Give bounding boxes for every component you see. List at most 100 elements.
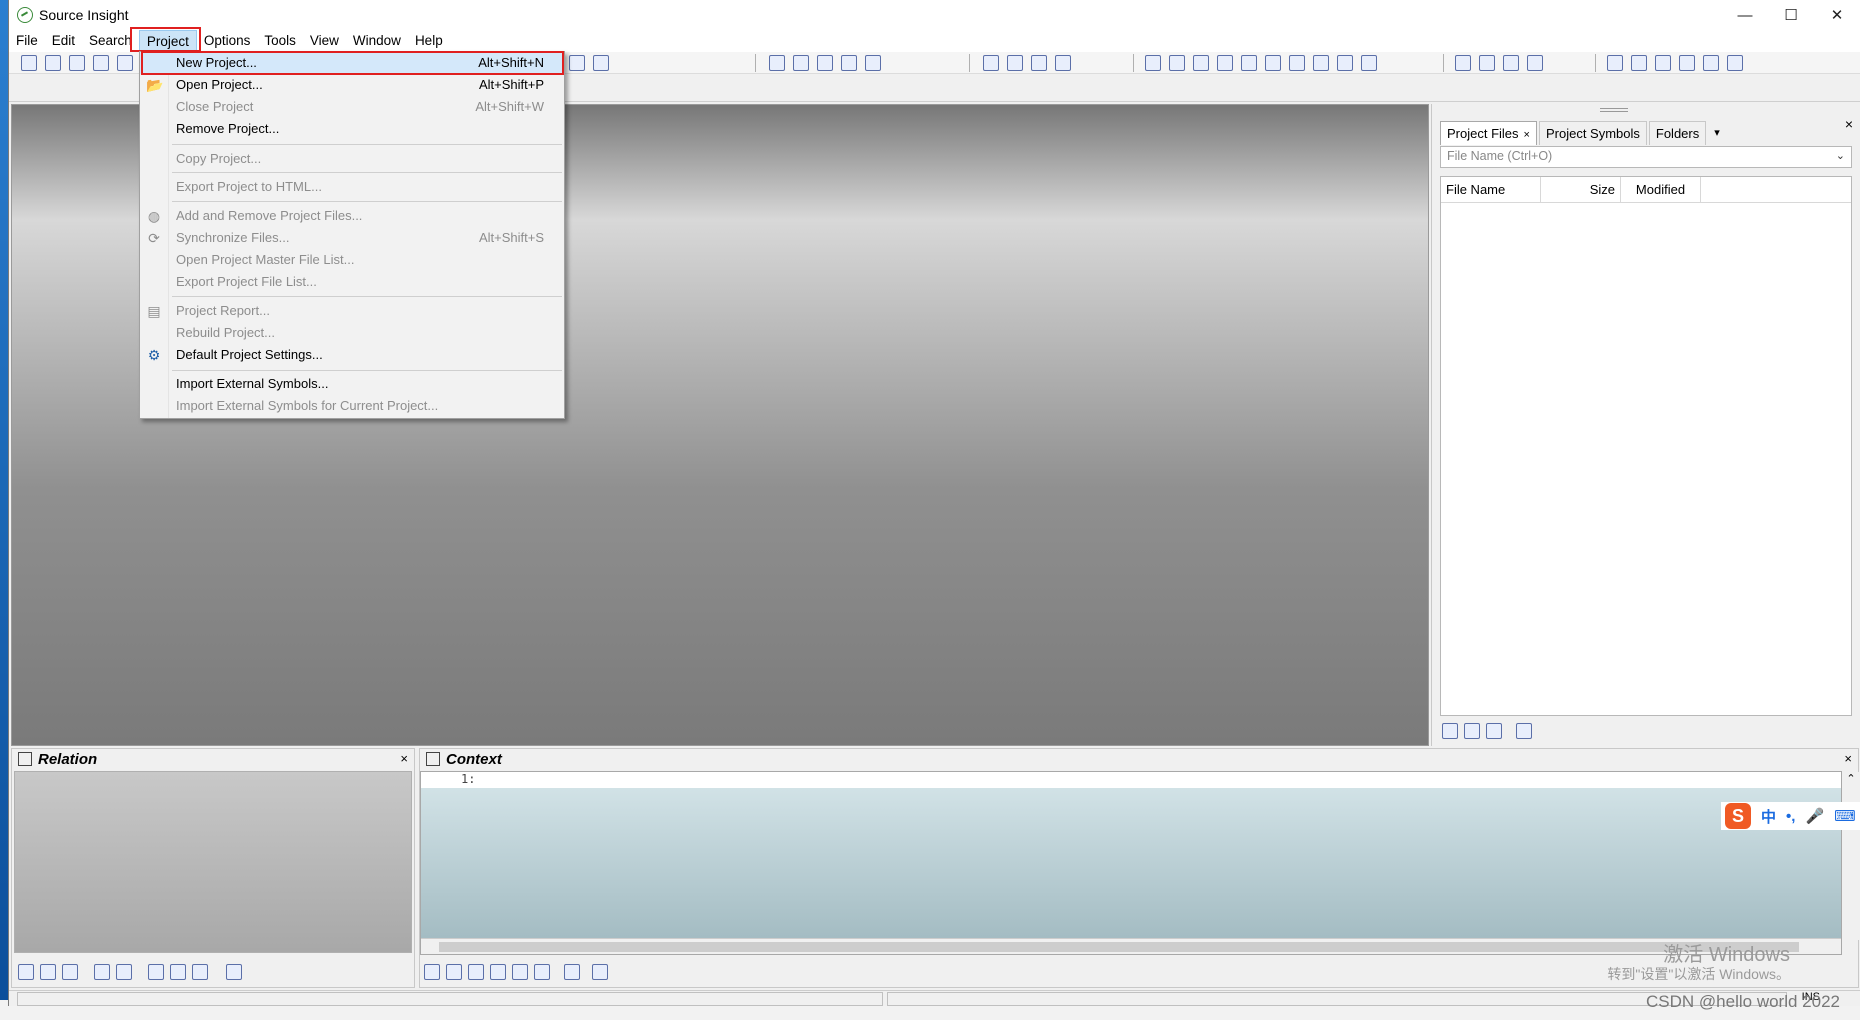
ime-toolbar[interactable]: S 中 •, 🎤 ⌨ <box>1721 802 1860 830</box>
gear-icon[interactable] <box>226 964 242 980</box>
menu-edit[interactable]: Edit <box>45 30 82 52</box>
microphone-icon[interactable]: 🎤 <box>1805 807 1824 825</box>
panel-close-icon[interactable]: × <box>1845 116 1853 132</box>
save-as-icon[interactable] <box>117 55 133 71</box>
symbol-icon[interactable] <box>1217 55 1233 71</box>
layout-icon-3[interactable] <box>1031 55 1047 71</box>
save-icon[interactable] <box>69 55 85 71</box>
add-icon[interactable] <box>1455 55 1471 71</box>
layout-icon-1[interactable] <box>983 55 999 71</box>
scroll-thumb[interactable] <box>439 942 1799 952</box>
relation-window-icon[interactable] <box>1193 55 1209 71</box>
menu-item-default-project-settings[interactable]: ⚙ Default Project Settings... <box>140 344 564 366</box>
panel-grip[interactable] <box>1600 108 1628 112</box>
context-close-icon[interactable]: × <box>1844 751 1852 766</box>
references-icon[interactable] <box>512 964 528 980</box>
bird-icon[interactable] <box>1313 55 1329 71</box>
add-remove-files-icon[interactable] <box>1464 723 1480 739</box>
folder-icon[interactable] <box>1703 55 1719 71</box>
gear-icon[interactable] <box>1516 723 1532 739</box>
new-file-icon[interactable] <box>21 55 37 71</box>
lock-icon[interactable] <box>564 964 580 980</box>
menu-help[interactable]: Help <box>408 30 450 52</box>
report-icon[interactable] <box>1486 723 1502 739</box>
menu-item-import-external-symbols[interactable]: Import External Symbols... <box>140 373 564 395</box>
column-file-name[interactable]: File Name <box>1441 177 1541 203</box>
list-icon[interactable] <box>148 964 164 980</box>
sync-icon[interactable] <box>116 964 132 980</box>
tab-close-icon[interactable]: × <box>1524 129 1530 141</box>
menu-options[interactable]: Options <box>197 30 258 52</box>
references-icon[interactable] <box>865 55 881 71</box>
tab-overflow-icon[interactable]: ▾ <box>1708 121 1726 145</box>
file-list[interactable]: File Name Size Modified <box>1440 176 1852 716</box>
keyboard-icon[interactable]: ⌨ <box>1834 807 1856 825</box>
column-modified[interactable]: Modified <box>1621 177 1701 203</box>
project-window-icon[interactable] <box>1145 55 1161 71</box>
menu-item-shortcut: Alt+Shift+P <box>478 77 544 92</box>
toolbar-icon-a[interactable] <box>569 55 585 71</box>
book-icon[interactable] <box>490 964 506 980</box>
layout-icon-4[interactable] <box>1055 55 1071 71</box>
hierarchy-icon[interactable] <box>192 964 208 980</box>
horizontal-scrollbar[interactable] <box>421 938 1841 954</box>
bookmark-c-icon[interactable] <box>1655 55 1671 71</box>
search-results-icon[interactable] <box>1265 55 1281 71</box>
gear-icon[interactable] <box>592 964 608 980</box>
column-size[interactable]: Size <box>1541 177 1621 203</box>
relation-close-icon[interactable]: × <box>400 751 408 766</box>
symbol-window-icon[interactable] <box>769 55 785 71</box>
chevron-down-icon[interactable]: ⌄ <box>1836 149 1845 162</box>
maximize-button[interactable]: ☐ <box>1768 0 1814 30</box>
file-name-search-input[interactable]: File Name (Ctrl+O) ⌄ <box>1440 146 1852 168</box>
insert-icon[interactable] <box>1479 55 1495 71</box>
minimize-button[interactable]: — <box>1722 0 1768 30</box>
save-all-icon[interactable] <box>93 55 109 71</box>
layout-icon-2[interactable] <box>1007 55 1023 71</box>
menu-view[interactable]: View <box>303 30 346 52</box>
relation-body[interactable] <box>14 771 412 953</box>
project-panel: × Project Files × Project Symbols Folders… <box>1431 104 1859 746</box>
lock-icon[interactable] <box>94 964 110 980</box>
bookmark-b-icon[interactable] <box>1631 55 1647 71</box>
menu-item-open-project[interactable]: 📂 Open Project... Alt+Shift+P <box>140 74 564 96</box>
tab-project-files[interactable]: Project Files × <box>1440 121 1537 145</box>
menu-file[interactable]: File <box>9 30 45 52</box>
context-icon <box>426 752 440 766</box>
relation-icon[interactable] <box>841 55 857 71</box>
layers-icon[interactable] <box>1337 55 1353 71</box>
tree-icon[interactable] <box>170 964 186 980</box>
close-button[interactable]: ✕ <box>1814 0 1860 30</box>
jump-icon[interactable] <box>817 55 833 71</box>
bookmark-a-icon[interactable] <box>1607 55 1623 71</box>
context-body[interactable]: 1: ⌃ <box>420 771 1859 955</box>
clip-icon[interactable] <box>1241 55 1257 71</box>
bookmark-d-icon[interactable] <box>1679 55 1695 71</box>
relation-tool-3-icon[interactable] <box>62 964 78 980</box>
context-tool-1-icon[interactable] <box>468 964 484 980</box>
relation-tool-1-icon[interactable] <box>18 964 34 980</box>
ime-language[interactable]: 中 <box>1761 806 1776 827</box>
open-file-icon[interactable] <box>45 55 61 71</box>
toolbar-icon-b[interactable] <box>593 55 609 71</box>
browse-icon[interactable] <box>1289 55 1305 71</box>
menu-tools[interactable]: Tools <box>257 30 303 52</box>
chart-icon[interactable] <box>1727 55 1743 71</box>
open-project-icon[interactable] <box>1442 723 1458 739</box>
tab-project-symbols[interactable]: Project Symbols <box>1538 121 1647 145</box>
context-window-icon[interactable] <box>1169 55 1185 71</box>
back-arrow-icon[interactable] <box>424 964 440 980</box>
relation-tool-2-icon[interactable] <box>40 964 56 980</box>
menu-item-remove-project[interactable]: Remove Project... <box>140 118 564 140</box>
punctuation-icon[interactable]: •, <box>1786 808 1795 825</box>
menu-window[interactable]: Window <box>346 30 408 52</box>
delete-icon[interactable] <box>1527 55 1543 71</box>
relation-icon[interactable] <box>534 964 550 980</box>
book-icon[interactable] <box>793 55 809 71</box>
tab-folders[interactable]: Folders <box>1648 121 1707 145</box>
remove-icon[interactable] <box>1503 55 1519 71</box>
open-folder-icon: 📂 <box>146 77 164 93</box>
forward-arrow-icon[interactable] <box>446 964 462 980</box>
vertical-scrollbar[interactable]: ⌃ <box>1843 772 1859 940</box>
grid-icon[interactable] <box>1361 55 1377 71</box>
